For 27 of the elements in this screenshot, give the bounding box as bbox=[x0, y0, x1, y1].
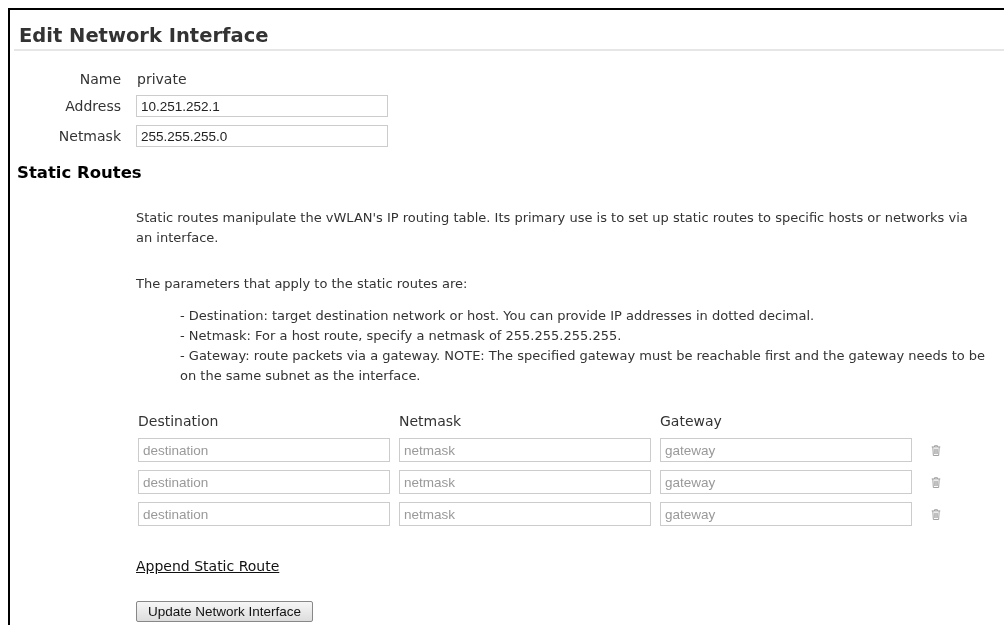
input-field[interactable]: gateway bbox=[660, 470, 912, 494]
input-field[interactable]: netmask bbox=[399, 470, 651, 494]
column-header: Destination bbox=[138, 412, 220, 430]
field-label: Address bbox=[64, 98, 121, 114]
parameter-text: - Gateway: route packets via a gateway. NOTE: The specified gateway must be reachable first and the gateway needs to be on the same subnet as the interface. bbox=[180, 347, 987, 385]
append-route-link[interactable]: Append Static Route bbox=[136, 556, 280, 576]
input-field[interactable]: netmask bbox=[399, 438, 651, 462]
input-field[interactable]: gateway bbox=[660, 438, 912, 462]
update-button[interactable]: Update Network Interface bbox=[136, 601, 314, 622]
input-field[interactable]: 10.251.252.1 bbox=[136, 95, 388, 117]
field-value: private bbox=[136, 71, 188, 87]
input-field[interactable]: destination bbox=[138, 470, 390, 494]
input-field[interactable]: netmask bbox=[399, 502, 651, 526]
column-header: Netmask bbox=[399, 412, 463, 430]
intro-text: The parameters that apply to the static routes are: bbox=[136, 275, 469, 293]
parameter-text: - Netmask: For a host route, specify a netmask of 255.255.255.255. bbox=[180, 327, 623, 345]
field-label: Netmask bbox=[57, 128, 121, 144]
page-title: Edit Network Interface bbox=[14, 10, 1004, 51]
input-field[interactable]: destination bbox=[138, 438, 390, 462]
input-field[interactable]: gateway bbox=[660, 502, 912, 526]
input-field[interactable]: 255.255.255.0 bbox=[136, 125, 388, 147]
column-header: Gateway bbox=[660, 412, 723, 430]
input-field[interactable]: destination bbox=[138, 502, 390, 526]
intro-text: Static routes manipulate the vWLAN's IP routing table. Its primary use is to set up static routes to specific hosts or networks via an interface. bbox=[136, 209, 969, 247]
parameter-text: - Destination: target destination network or host. You can provide IP addresses in dotted decimal. bbox=[180, 307, 816, 325]
section-heading: Static Routes bbox=[17, 163, 143, 182]
field-label: Name bbox=[78, 71, 121, 87]
